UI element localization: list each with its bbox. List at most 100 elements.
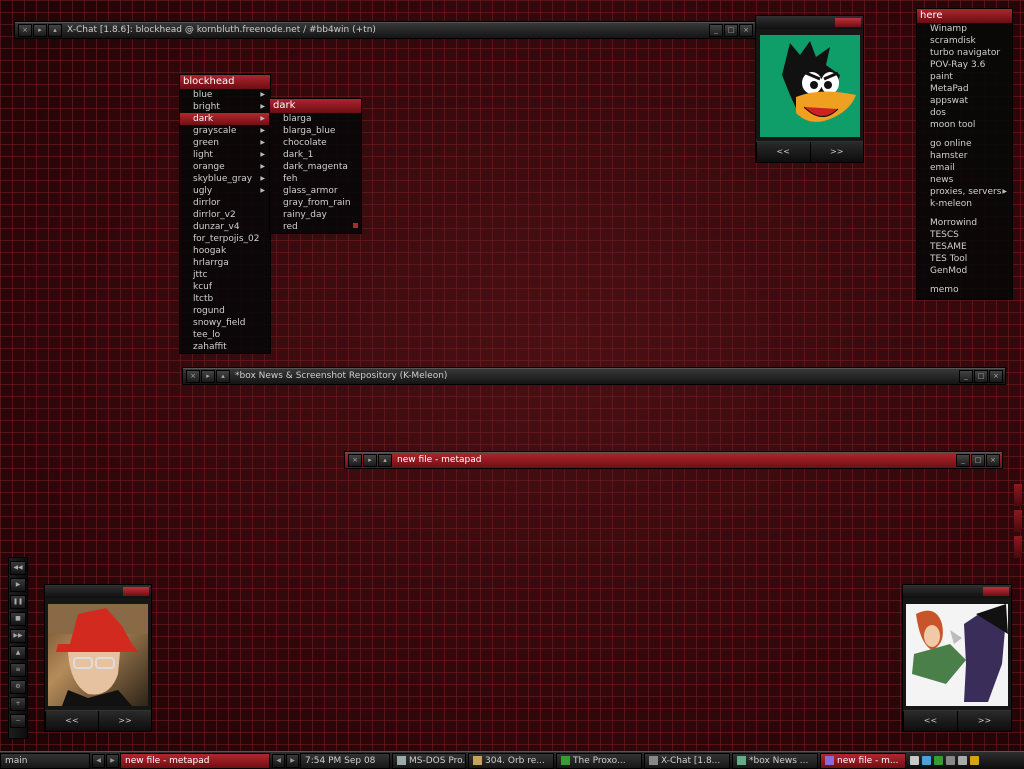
menu-item[interactable]: rogund: [180, 305, 270, 317]
next-image-button[interactable]: >>: [809, 142, 863, 162]
menu-item[interactable]: dirrlor: [180, 197, 270, 209]
eject-icon[interactable]: ▲: [10, 646, 26, 660]
window-close-icon[interactable]: ×: [186, 369, 200, 383]
maximize-icon[interactable]: □: [724, 23, 738, 37]
menu-item[interactable]: POV-Ray 3.6: [917, 59, 1012, 71]
taskbar-task[interactable]: new file - m...: [820, 752, 906, 769]
menu-item[interactable]: jttc: [180, 269, 270, 281]
window-menu-icon[interactable]: ▸: [33, 23, 47, 37]
menu-item[interactable]: go online: [917, 138, 1012, 150]
taskbar-task[interactable]: *box News ...: [732, 752, 818, 769]
tray-volume-icon[interactable]: [958, 756, 967, 765]
menu-item[interactable]: dark_magenta: [270, 161, 361, 173]
image-widget-titlebar[interactable]: [903, 585, 1011, 598]
menu-item[interactable]: tee_lo: [180, 329, 270, 341]
menu-item[interactable]: zahaffit: [180, 341, 270, 353]
menu-item[interactable]: news: [917, 174, 1012, 186]
taskbar-task[interactable]: X-Chat [1.8...: [644, 752, 730, 769]
image-widget-titlebar[interactable]: [756, 16, 863, 29]
xchat-window-titlebar[interactable]: × ▸ ▴ X-Chat [1.8.6]: blockhead @ kornbl…: [14, 21, 756, 39]
window-shade-icon[interactable]: ▴: [48, 23, 62, 37]
tray-monitor-icon[interactable]: [946, 756, 955, 765]
menu-item[interactable]: kcuf: [180, 281, 270, 293]
volume-up-icon[interactable]: +: [10, 697, 26, 711]
menu-item[interactable]: ltctb: [180, 293, 270, 305]
menu-item[interactable]: moon tool: [917, 119, 1012, 131]
window-menu-icon[interactable]: ▸: [363, 453, 377, 467]
menu-item[interactable]: appswat: [917, 95, 1012, 107]
menu-item[interactable]: dark ▶: [180, 113, 270, 125]
pause-icon[interactable]: ❚❚: [10, 595, 26, 609]
menu-item[interactable]: light ▶: [180, 149, 270, 161]
menu-item[interactable]: blarga_blue: [270, 125, 361, 137]
menu-item[interactable]: MetaPad: [917, 83, 1012, 95]
close-icon[interactable]: ×: [739, 23, 753, 37]
menu-item[interactable]: blarga: [270, 113, 361, 125]
image-widget-titlebar[interactable]: [45, 585, 151, 598]
metapad-window-titlebar[interactable]: × ▸ ▴ new file - metapad _ □ ×: [344, 451, 1003, 469]
dark-submenu-header[interactable]: dark: [270, 99, 361, 113]
tray-network-icon[interactable]: [922, 756, 931, 765]
current-task-label[interactable]: new file - metapad: [120, 752, 270, 769]
menu-item[interactable]: for_terpojis_02: [180, 233, 270, 245]
menu-item[interactable]: ugly ▶: [180, 185, 270, 197]
menu-item[interactable]: Winamp: [917, 23, 1012, 35]
previous-track-icon[interactable]: ◀◀: [10, 561, 26, 575]
taskbar-task[interactable]: The Proxo...: [556, 752, 642, 769]
menu-item[interactable]: k-meleon: [917, 198, 1012, 210]
menu-item[interactable]: Morrowind: [917, 217, 1012, 229]
edge-handle[interactable]: [1014, 536, 1022, 558]
menu-item[interactable]: TESCS: [917, 229, 1012, 241]
menu-item[interactable]: glass_armor: [270, 185, 361, 197]
menu-item[interactable]: scramdisk: [917, 35, 1012, 47]
menu-item[interactable]: TES Tool: [917, 253, 1012, 265]
menu-item[interactable]: GenMod: [917, 265, 1012, 277]
menu-item[interactable]: dirrlor_v2: [180, 209, 270, 221]
volume-down-icon[interactable]: −: [10, 714, 26, 728]
workspace-label[interactable]: main: [0, 752, 90, 769]
menu-item[interactable]: green ▶: [180, 137, 270, 149]
menu-item[interactable]: proxies, servers ▶: [917, 186, 1012, 198]
menu-item[interactable]: snowy_field: [180, 317, 270, 329]
menu-item[interactable]: feh: [270, 173, 361, 185]
menu-item[interactable]: turbo navigator: [917, 47, 1012, 59]
here-menu-header[interactable]: here: [917, 9, 1012, 23]
menu-item[interactable]: grayscale ▶: [180, 125, 270, 137]
settings-icon[interactable]: ⚙: [10, 680, 26, 694]
menu-item[interactable]: rainy_day: [270, 209, 361, 221]
next-image-button[interactable]: >>: [98, 711, 151, 731]
menu-item[interactable]: dark_1: [270, 149, 361, 161]
edge-handle[interactable]: [1014, 484, 1022, 506]
next-image-button[interactable]: >>: [957, 711, 1011, 731]
window-close-icon[interactable]: ×: [18, 23, 32, 37]
menu-item[interactable]: TESAME: [917, 241, 1012, 253]
play-icon[interactable]: ▶: [10, 578, 26, 592]
menu-item[interactable]: orange ▶: [180, 161, 270, 173]
workspace-next-icon[interactable]: ▶: [106, 753, 119, 768]
minimize-icon[interactable]: _: [709, 23, 723, 37]
menu-item[interactable]: bright ▶: [180, 101, 270, 113]
task-next-icon[interactable]: ▶: [286, 753, 299, 768]
maximize-icon[interactable]: □: [971, 453, 985, 467]
maximize-icon[interactable]: □: [974, 369, 988, 383]
menu-item[interactable]: email: [917, 162, 1012, 174]
window-shade-icon[interactable]: ▴: [216, 369, 230, 383]
menu-item[interactable]: skyblue_gray ▶: [180, 173, 270, 185]
stop-icon[interactable]: ■: [10, 612, 26, 626]
playlist-icon[interactable]: ≡: [10, 663, 26, 677]
close-icon[interactable]: ×: [989, 369, 1003, 383]
prev-image-button[interactable]: <<: [756, 142, 810, 162]
next-track-icon[interactable]: ▶▶: [10, 629, 26, 643]
minimize-icon[interactable]: _: [956, 453, 970, 467]
tray-shield-icon[interactable]: [970, 756, 979, 765]
menu-item[interactable]: hrlarrga: [180, 257, 270, 269]
edge-handle[interactable]: [1014, 510, 1022, 532]
menu-item[interactable]: gray_from_rain: [270, 197, 361, 209]
menu-item[interactable]: paint: [917, 71, 1012, 83]
menu-item[interactable]: dos: [917, 107, 1012, 119]
task-prev-icon[interactable]: ◀: [272, 753, 285, 768]
prev-image-button[interactable]: <<: [45, 711, 98, 731]
minimize-icon[interactable]: _: [959, 369, 973, 383]
tray-p-icon[interactable]: [934, 756, 943, 765]
taskbar-task[interactable]: 304. Orb re...: [468, 752, 554, 769]
